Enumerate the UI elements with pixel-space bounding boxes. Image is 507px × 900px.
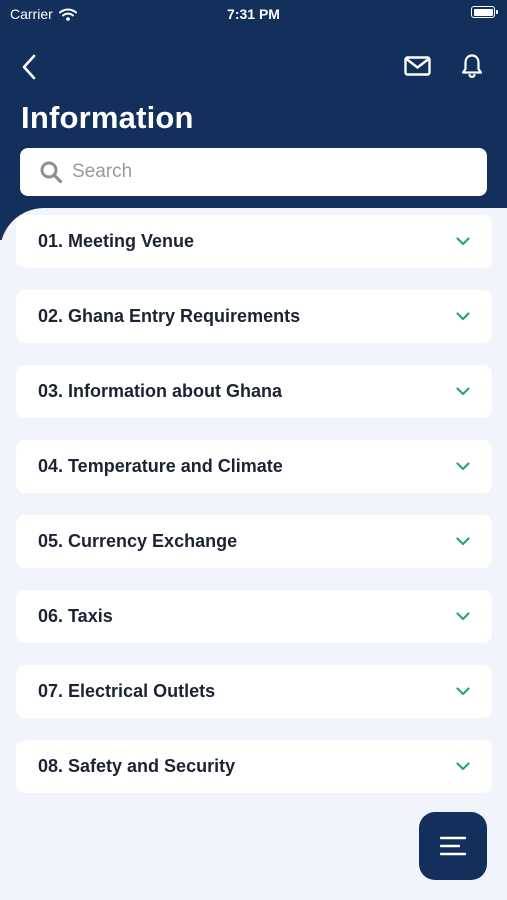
list-item-temperature-climate[interactable]: 04. Temperature and Climate	[16, 440, 492, 493]
list-item-electrical-outlets[interactable]: 07. Electrical Outlets	[16, 665, 492, 718]
back-button[interactable]	[14, 52, 44, 82]
list-item-label: 05. Currency Exchange	[38, 531, 238, 551]
page-title: Information	[21, 100, 194, 135]
battery-icon	[471, 6, 498, 18]
list-item-meeting-venue[interactable]: 01. Meeting Venue	[16, 215, 492, 268]
chevron-down-icon	[456, 462, 470, 472]
chevron-down-icon	[456, 687, 470, 697]
status-bar: Carrier 7:31 PM	[0, 0, 507, 28]
search-bar[interactable]	[20, 148, 487, 196]
chevron-down-icon	[456, 762, 470, 772]
list-item-safety-security[interactable]: 08. Safety and Security	[16, 740, 492, 793]
menu-button[interactable]	[419, 812, 487, 880]
bell-icon	[461, 54, 483, 78]
chevron-left-icon	[22, 54, 36, 80]
list-item-label: 03. Information about Ghana	[38, 381, 283, 401]
chevron-down-icon	[456, 387, 470, 397]
mail-icon	[403, 56, 431, 76]
search-input[interactable]	[72, 161, 452, 183]
status-time: 7:31 PM	[227, 6, 280, 22]
list-item-information-about-ghana[interactable]: 03. Information about Ghana	[16, 365, 492, 418]
chevron-down-icon	[456, 312, 470, 322]
list-item-currency-exchange[interactable]: 05. Currency Exchange	[16, 515, 492, 568]
list-item-label: 04. Temperature and Climate	[38, 456, 283, 476]
chevron-down-icon	[456, 537, 470, 547]
chevron-down-icon	[456, 612, 470, 622]
menu-icon	[439, 836, 467, 856]
search-icon	[38, 159, 64, 185]
list-item-label: 08. Safety and Security	[38, 756, 236, 776]
list-item-taxis[interactable]: 06. Taxis	[16, 590, 492, 643]
list-item-label: 01. Meeting Venue	[38, 231, 195, 251]
list-item-entry-requirements[interactable]: 02. Ghana Entry Requirements	[16, 290, 492, 343]
chevron-down-icon	[456, 237, 470, 247]
information-list: 01. Meeting Venue 02. Ghana Entry Requir…	[16, 215, 492, 815]
list-item-label: 07. Electrical Outlets	[38, 681, 216, 701]
list-item-label: 06. Taxis	[38, 606, 113, 626]
notifications-button[interactable]	[456, 50, 488, 82]
list-item-label: 02. Ghana Entry Requirements	[38, 306, 301, 326]
mail-button[interactable]	[400, 50, 434, 82]
